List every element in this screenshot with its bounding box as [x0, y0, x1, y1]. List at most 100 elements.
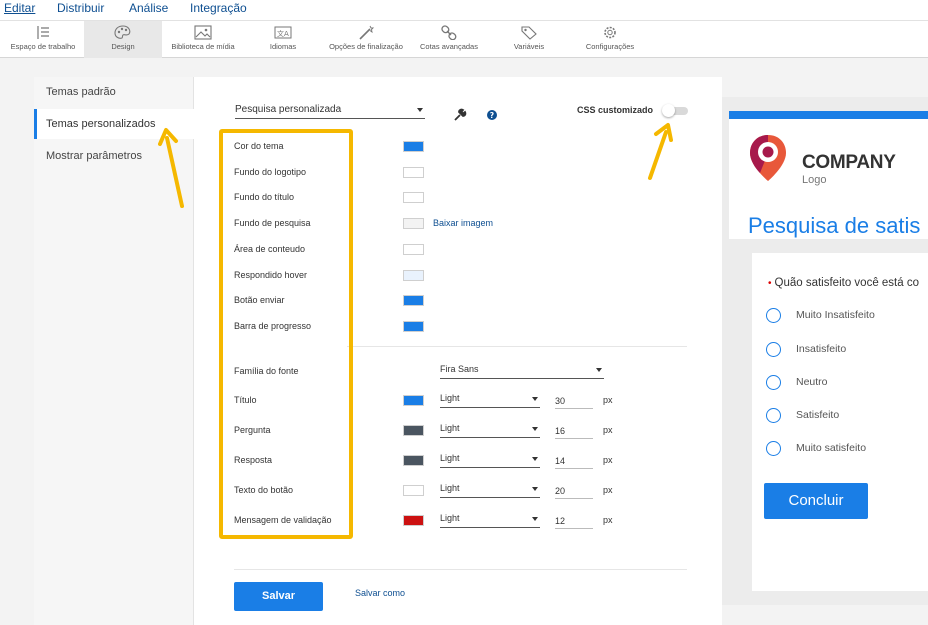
- chevron-down-icon: [532, 397, 538, 401]
- tool-settings[interactable]: Configurações: [570, 21, 650, 58]
- workspace-icon: [37, 26, 49, 39]
- font-color-swatch[interactable]: [403, 455, 424, 466]
- color-swatch[interactable]: [403, 192, 424, 203]
- tool-label: Idiomas: [269, 42, 297, 51]
- font-size-unit: px: [603, 395, 613, 405]
- image-icon: [194, 25, 212, 40]
- link-icon: [441, 25, 457, 40]
- color-swatch[interactable]: [403, 167, 424, 178]
- font-size-input[interactable]: 16: [555, 422, 593, 439]
- font-size-unit: px: [603, 485, 613, 495]
- font-weight-value: Light: [440, 393, 460, 403]
- answer-label: Muito Insatisfeito: [796, 309, 875, 321]
- tool-label: Opções de finalização: [329, 42, 403, 51]
- tool-advanced-quotas[interactable]: Cotas avançadas: [410, 21, 488, 58]
- theme-select-value: Pesquisa personalizada: [235, 104, 342, 115]
- font-size-input[interactable]: 20: [555, 482, 593, 499]
- wrench-icon[interactable]: [453, 108, 467, 122]
- color-swatch[interactable]: [403, 218, 424, 229]
- chevron-down-icon: [532, 427, 538, 431]
- font-color-swatch[interactable]: [403, 485, 424, 496]
- download-image-link[interactable]: Baixar imagem: [433, 218, 493, 228]
- menu-distribuir[interactable]: Distribuir: [57, 1, 104, 15]
- font-weight-value: Light: [440, 483, 460, 493]
- answer-label: Satisfeito: [796, 409, 840, 421]
- survey-preview: COMPANY Logo Pesquisa de satis • Quão sat…: [722, 97, 928, 605]
- css-customizado-toggle[interactable]: [662, 104, 688, 117]
- company-name: COMPANY: [802, 152, 896, 173]
- font-weight-value: Light: [440, 423, 460, 433]
- annotation-highlight-box: [219, 129, 353, 539]
- survey-title: Pesquisa de satis: [748, 213, 921, 238]
- font-color-swatch[interactable]: [403, 515, 424, 526]
- question-label: Quão satisfeito você está co: [774, 277, 919, 289]
- tool-variables[interactable]: Variáveis: [490, 21, 568, 58]
- menu-analise[interactable]: Análise: [129, 1, 168, 15]
- company-logo-icon: [750, 135, 786, 181]
- css-customizado-label: CSS customizado: [577, 105, 654, 115]
- font-weight-select[interactable]: Light: [440, 483, 540, 498]
- annotation-arrow-icon: [648, 123, 673, 180]
- tool-workspace[interactable]: Espaço de trabalho: [4, 21, 82, 58]
- chevron-down-icon: [532, 457, 538, 461]
- font-size-unit: px: [603, 455, 613, 465]
- tool-languages[interactable]: 文A Idiomas: [244, 21, 322, 58]
- tool-label: Cotas avançadas: [420, 42, 478, 51]
- answer-label: Muito satisfeito: [796, 442, 867, 454]
- radio-icon: [766, 408, 781, 423]
- menu-editar[interactable]: Editar: [4, 1, 35, 15]
- color-swatch[interactable]: [403, 244, 424, 255]
- tool-media-library[interactable]: Biblioteca de mídia: [164, 21, 242, 58]
- toggle-knob: [662, 104, 675, 117]
- font-color-swatch[interactable]: [403, 395, 424, 406]
- color-swatch[interactable]: [403, 141, 424, 152]
- font-size-input[interactable]: 12: [555, 512, 593, 529]
- answer-label: Neutro: [796, 376, 828, 388]
- font-weight-value: Light: [440, 453, 460, 463]
- tool-end-options[interactable]: Opções de finalização: [324, 21, 408, 58]
- chevron-down-icon: [596, 368, 602, 372]
- color-swatch[interactable]: [403, 270, 424, 281]
- font-weight-select[interactable]: Light: [440, 393, 540, 408]
- font-weight-select[interactable]: Light: [440, 453, 540, 468]
- tag-icon: [521, 26, 537, 40]
- chevron-down-icon: [532, 517, 538, 521]
- radio-icon: [766, 342, 781, 357]
- font-weight-select[interactable]: Light: [440, 423, 540, 438]
- font-family-select[interactable]: Fira Sans: [440, 364, 604, 379]
- sidebar-item-temas-padrao[interactable]: Temas padrão: [34, 77, 194, 107]
- menu-bar: Editar Distribuir Análise Integração: [0, 0, 928, 20]
- font-size-input[interactable]: 14: [555, 452, 593, 469]
- font-weight-select[interactable]: Light: [440, 513, 540, 528]
- font-size-input[interactable]: 30: [555, 392, 593, 409]
- preview-header-card: COMPANY Logo Pesquisa de satis: [729, 111, 928, 239]
- svg-text:文A: 文A: [277, 29, 289, 38]
- question-text: • Quão satisfeito você está co: [768, 277, 919, 289]
- help-icon[interactable]: ?: [487, 110, 497, 120]
- color-swatch[interactable]: [403, 321, 424, 332]
- menu-integracao[interactable]: Integração: [190, 1, 247, 15]
- tool-design[interactable]: Design: [84, 21, 162, 58]
- tool-label: Design: [111, 42, 135, 51]
- translate-icon: 文A: [274, 26, 292, 39]
- tool-label: Biblioteca de mídia: [171, 42, 235, 51]
- gear-icon: [604, 26, 616, 39]
- chevron-down-icon: [417, 108, 423, 112]
- svg-text:?: ?: [490, 111, 494, 120]
- design-toolbar: Espaço de trabalho Design Biblioteca de …: [0, 20, 928, 58]
- save-button[interactable]: Salvar: [234, 582, 323, 611]
- font-size-unit: px: [603, 515, 613, 525]
- save-as-link[interactable]: Salvar como: [355, 588, 405, 598]
- radio-icon: [766, 375, 781, 390]
- tool-label: Espaço de trabalho: [10, 42, 76, 51]
- section-divider: [347, 346, 687, 347]
- font-size-unit: px: [603, 425, 613, 435]
- font-color-swatch[interactable]: [403, 425, 424, 436]
- font-weight-value: Light: [440, 513, 460, 523]
- color-swatch[interactable]: [403, 295, 424, 306]
- answer-label: Insatisfeito: [796, 343, 847, 355]
- theme-select[interactable]: Pesquisa personalizada: [235, 104, 425, 119]
- finish-button[interactable]: Concluir: [764, 483, 868, 519]
- annotation-arrow-icon: [158, 128, 184, 208]
- company-logo-text: Logo: [802, 174, 827, 186]
